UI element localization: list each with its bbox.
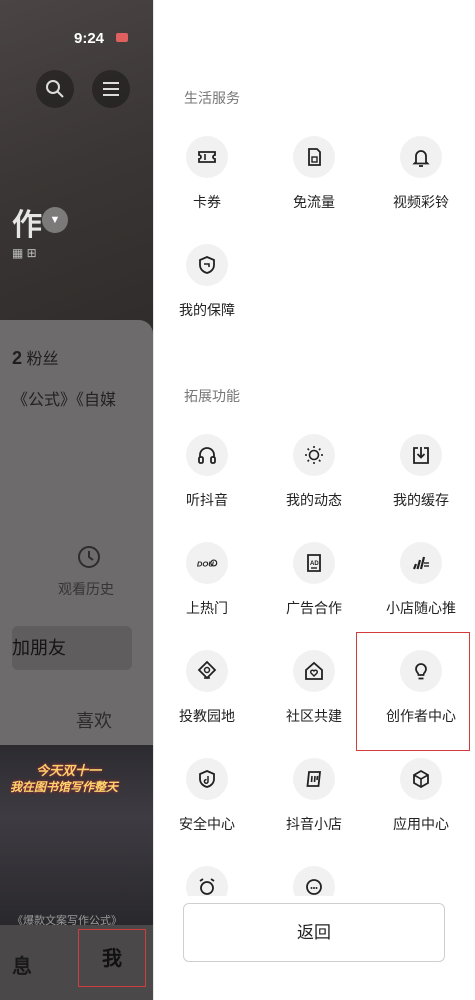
menu-item-label: 广告合作 [286,600,342,616]
menu-item-dou-plus[interactable]: DOU 上热门 [159,542,255,618]
menu-item-label: 投教园地 [179,708,235,724]
menu-icon[interactable] [92,70,130,108]
app-center-icon [400,758,442,800]
ad-icon: AD [293,542,335,584]
menu-item-label: 视频彩铃 [393,194,449,210]
chevron-down-icon[interactable]: ▼ [42,207,68,233]
menu-item-label: 我的动态 [286,492,342,508]
fans-label: 粉丝 [26,351,59,368]
back-button[interactable]: 返回 [183,903,445,962]
community-icon [293,650,335,692]
more-icon [293,866,335,896]
fans-count: 2 粉丝 [12,345,58,369]
menu-item-ad-cooperation[interactable]: AD 广告合作 [266,542,362,618]
section-title-extended-functions: 拓展功能 [184,388,240,404]
alarm-icon [186,866,228,896]
menu-item-free-data[interactable]: 免流量 [266,136,362,212]
clock-icon[interactable] [76,544,102,570]
education-icon [186,650,228,692]
promote-icon [400,542,442,584]
menu-item-shop-promote[interactable]: 小店随心推 [373,542,469,618]
video-text-line1: 今天双十一 [36,763,102,778]
shield-icon [186,244,228,286]
menu-item-investor-education[interactable]: 投教园地 [159,650,255,726]
profile-bio: 《公式》《自媒 [12,392,117,409]
section-title-life-services: 生活服务 [184,90,240,106]
download-icon [400,434,442,476]
menu-item-my-activity[interactable]: 我的动态 [266,434,362,510]
profile-background-panel: 9:24 作 ▼ ▦ ⊞ 2 粉丝 《公式》《自媒 观看历史 加朋友 喜欢 今天… [0,0,153,1000]
profile-cover-image [0,0,153,330]
bell-icon [400,136,442,178]
watch-history-label[interactable]: 观看历史 [58,579,114,599]
menu-item-douyin-shop[interactable]: 抖音小店 [266,758,362,834]
menu-item-video-ringtone[interactable]: 视频彩铃 [373,136,469,212]
creator-center-highlight [356,632,470,751]
menu-item-label: 免流量 [293,194,335,210]
menu-item-listen-douyin[interactable]: 听抖音 [159,434,255,510]
profile-card [0,320,153,750]
menu-item-label: 小店随心推 [386,600,456,616]
status-time: 9:24 [74,30,105,47]
menu-item-my-protection[interactable]: 我的保障 [159,244,255,320]
menu-item-label: 听抖音 [186,492,228,508]
activity-icon [293,434,335,476]
menu-item-label: 我的保障 [179,302,235,318]
ticket-icon [186,136,228,178]
menu-item-community[interactable]: 社区共建 [266,650,362,726]
shop-icon [293,758,335,800]
tab-likes[interactable]: 喜欢 [76,707,112,733]
menu-item-my-cache[interactable]: 我的缓存 [373,434,469,510]
menu-item-label: 安全中心 [179,816,235,832]
menu-item-app-center[interactable]: 应用中心 [373,758,469,834]
menu-item-partial-more[interactable] [266,866,362,896]
menu-item-coupons[interactable]: 卡券 [159,136,255,212]
svg-text:AD: AD [310,561,319,567]
security-icon [186,758,228,800]
video-text-line2: 我在图书馆写作整天 [10,780,119,794]
menu-item-security-center[interactable]: 安全中心 [159,758,255,834]
tab-messages[interactable]: 息 [12,950,32,979]
fans-number: 2 [12,348,23,368]
menu-item-label: 社区共建 [286,708,342,724]
profile-nickname: 作 [12,209,42,242]
menu-item-label: 应用中心 [393,816,449,832]
search-icon[interactable] [36,70,74,108]
add-friend-button[interactable]: 加朋友 [12,626,132,670]
dou-plus-icon: DOU [186,542,228,584]
battery-icon [116,33,128,42]
sim-card-icon [293,136,335,178]
headphones-icon [186,434,228,476]
tab-me[interactable]: 我 [78,929,146,987]
menu-item-label: 抖音小店 [286,816,342,832]
menu-item-label: 上热门 [186,600,228,616]
menu-item-partial-alarm[interactable] [159,866,255,896]
menu-item-label: 卡券 [193,194,221,210]
side-menu-drawer: 生活服务 卡券 免流量 视频彩铃 我的保障 拓展功能 听抖音 我的动态 我的缓存… [153,0,475,1000]
menu-item-label: 我的缓存 [393,492,449,508]
qr-code-icon[interactable]: ▦ ⊞ [12,246,37,260]
